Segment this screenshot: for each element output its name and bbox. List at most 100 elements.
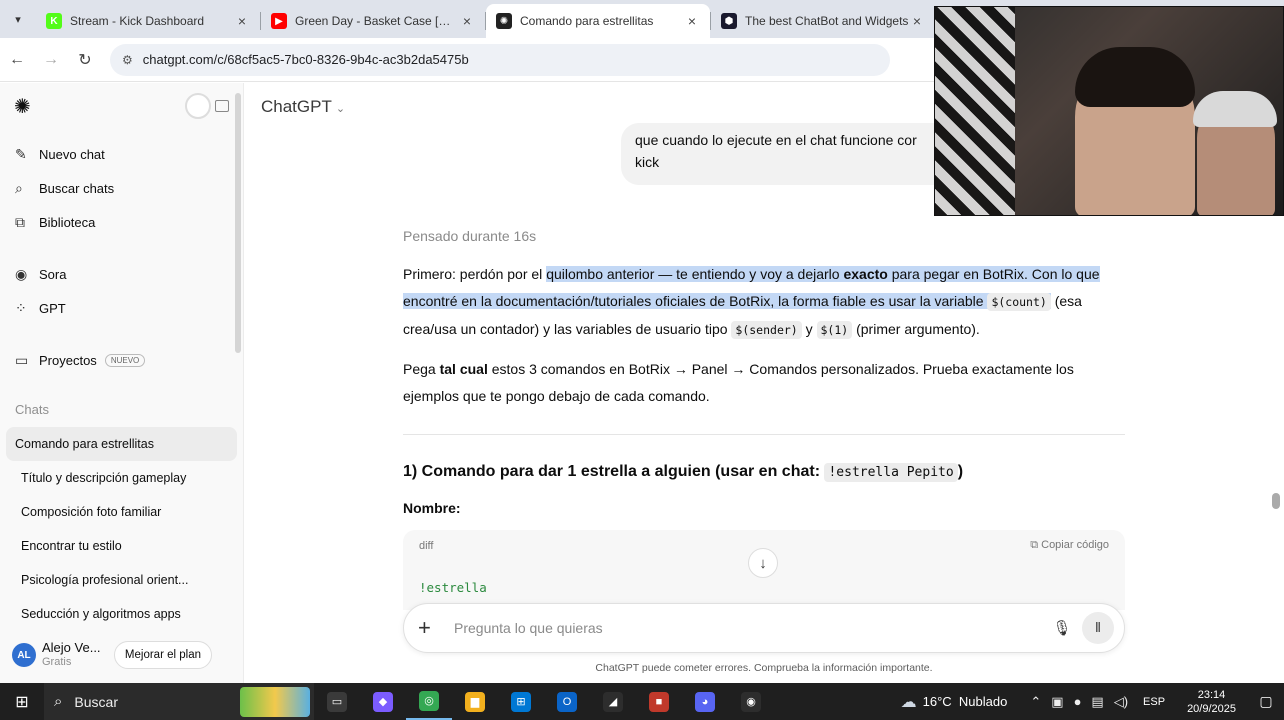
guest-cap [1193, 91, 1277, 127]
sidebar-item-gpt[interactable]: ⁘ GPT [0, 291, 243, 325]
sidebar-toggle-button[interactable] [185, 93, 229, 119]
windows-taskbar: ⊞ ⌕ Buscar ▭ ◆ ◎ ▆ ⊞ O ◢ ■ ◕ ◉ ☁ 16°C Nublado ⌃ ▣… [0, 683, 1284, 720]
chat-history-item[interactable]: Comando para estrellitas [6, 427, 237, 461]
microphone-icon[interactable]: 🎙 [1048, 619, 1076, 637]
close-icon[interactable]: × [909, 13, 925, 29]
sidebar-nav-icon: ⌕ [15, 179, 23, 196]
taskbar-app-store[interactable]: ⊞ [498, 683, 544, 720]
loading-circle-icon [185, 93, 211, 119]
chat-history-item[interactable]: Composición foto familiar [6, 495, 237, 529]
tab-search-chevron-icon[interactable]: ▾ [0, 0, 36, 38]
close-icon[interactable]: × [234, 13, 250, 29]
copy-code-button[interactable]: ⧉ Copiar código [1030, 539, 1109, 552]
section-heading: 1) Comando para dar 1 estrella a alguien… [403, 463, 963, 482]
taskbar-search-label: Buscar [74, 693, 118, 710]
clock[interactable]: 23:14 20/9/2025 [1187, 688, 1236, 716]
browser-tab[interactable]: ✺ Comando para estrellitas × [486, 4, 710, 38]
text-run: y [801, 321, 817, 337]
thought-duration[interactable]: Pensado durante 16s [403, 228, 536, 244]
file-explorer-icon: ▆ [465, 691, 485, 712]
sidebar-item-sora[interactable]: ◉ Sora [0, 257, 243, 291]
scroll-to-bottom-button[interactable]: ↓ [748, 548, 778, 578]
tab-list: K Stream - Kick Dashboard × ▶ Green Day - Ba… [36, 4, 935, 38]
sidebar-item-label: Biblioteca [39, 214, 96, 230]
input-language[interactable]: ESP [1143, 696, 1165, 708]
browser-tab[interactable]: K Stream - Kick Dashboard × [36, 4, 260, 38]
chat-history-item[interactable]: Psicología profesional orient... [6, 563, 237, 597]
chat-history-item[interactable]: Título y descripción gameplay [6, 461, 237, 495]
prompt-input[interactable] [454, 620, 1048, 636]
address-bar[interactable]: ⚙ chatgpt.com/c/68cf5ac5-7bc0-8326-9b4c-… [110, 43, 890, 76]
text-run: estos 3 comandos en BotRix → Panel → Com… [403, 361, 1074, 404]
sidebar-item-label: Buscar chats [39, 180, 115, 196]
taskbar-app-app-10[interactable]: ◉ [728, 683, 774, 720]
volume-icon[interactable]: ◁) [1114, 694, 1128, 710]
chat-history-list: Comando para estrellitas Título y descrip… [0, 427, 243, 631]
taskbar-search[interactable]: ⌕ Buscar [44, 683, 314, 720]
browser-tab[interactable]: ▶ Green Day - Basket Case [Official × [261, 4, 485, 38]
sidebar-item-label: Nuevo chat [39, 146, 105, 162]
app-10-icon: ◉ [741, 691, 761, 712]
search-highlight-image [240, 686, 310, 717]
chat-history-item[interactable]: Encontrar tu estilo [6, 529, 237, 563]
assistant-paragraph-2: Pega tal cual estos 3 comandos en BotRix… [403, 356, 1125, 410]
sidebar-nav-icon: ⧉ [15, 213, 25, 230]
back-arrow-icon[interactable]: ← [0, 51, 34, 69]
model-selector[interactable]: ChatGPT ⌄ [261, 97, 345, 117]
notifications-icon[interactable]: ▢ [1248, 693, 1284, 710]
code-language-label: diff [419, 540, 434, 552]
weather-desc: Nublado [958, 694, 1008, 709]
reload-icon[interactable]: ↻ [68, 50, 102, 70]
taskbar-app-app-8[interactable]: ■ [636, 683, 682, 720]
search-icon: ⌕ [54, 693, 63, 710]
network-icon[interactable]: ▤ [1091, 694, 1103, 710]
tab-title: Stream - Kick Dashboard [70, 14, 205, 28]
site-info-icon[interactable]: ⚙ [122, 53, 133, 67]
tab-favicon-icon: ⬢ [721, 13, 737, 29]
sidebar-item-buscar-chats[interactable]: ⌕ Buscar chats [0, 171, 243, 205]
tab-title: Green Day - Basket Case [Official [295, 14, 459, 28]
chat-history-item[interactable]: Seducción y algoritmos apps [6, 597, 237, 631]
close-icon[interactable]: × [684, 13, 700, 29]
arrow-down-icon: ↓ [759, 554, 767, 572]
sidebar-item-projects[interactable]: ▭ Proyectos NUEVO [0, 343, 243, 377]
sidebar-item-nuevo-chat[interactable]: ✎ Nuevo chat [0, 137, 243, 171]
outlook-icon: O [557, 691, 577, 712]
forward-arrow-icon[interactable]: → [34, 51, 68, 69]
user-name: Alejo Ve... [42, 640, 101, 655]
text-run: (primer argumento). [852, 321, 980, 337]
browser-tab[interactable]: ⬢ The best ChatBot and Widgets × [711, 4, 935, 38]
close-icon[interactable]: × [459, 13, 475, 29]
taskbar-app-app-7[interactable]: ◢ [590, 683, 636, 720]
copy-code-label: Copiar código [1041, 539, 1109, 551]
weather-widget[interactable]: ☁ 16°C Nublado [901, 692, 1008, 712]
mic-tray-icon[interactable]: ● [1074, 694, 1082, 709]
clock-time: 23:14 [1197, 688, 1226, 701]
chevron-down-icon: ⌄ [335, 103, 346, 115]
sticker-wall [935, 7, 1015, 215]
store-icon: ⊞ [511, 691, 531, 712]
folder-icon: ▭ [15, 351, 29, 368]
add-attachment-icon[interactable]: + [418, 615, 442, 641]
copy-icon: ⧉ [1030, 539, 1039, 551]
name-label: Nombre: [403, 500, 461, 516]
url-text: chatgpt.com/c/68cf5ac5-7bc0-8326-9b4c-ac… [142, 52, 469, 67]
taskbar-app-discord[interactable]: ◕ [682, 683, 728, 720]
taskbar-app-copilot[interactable]: ◆ [360, 683, 406, 720]
windows-start-icon[interactable]: ⊞ [0, 692, 44, 712]
upgrade-plan-button[interactable]: Mejorar el plan [113, 641, 212, 669]
inline-code: $(sender) [731, 321, 802, 339]
taskbar-app-file-explorer[interactable]: ▆ [452, 683, 498, 720]
sidebar-scrollbar[interactable] [235, 93, 241, 353]
taskbar-app-task-view[interactable]: ▭ [314, 683, 360, 720]
user-account-row[interactable]: AL Alejo Ve... Gratis Mejorar el plan [0, 633, 244, 677]
sidebar-item-biblioteca[interactable]: ⧉ Biblioteca [0, 205, 243, 239]
tab-favicon-icon: ▶ [271, 13, 287, 29]
chevron-up-icon[interactable]: ⌃ [1030, 694, 1041, 710]
taskbar-app-chrome[interactable]: ◎ [406, 683, 452, 720]
camera-icon[interactable]: ▣ [1051, 694, 1063, 710]
main-scrollbar[interactable] [1272, 493, 1280, 509]
taskbar-app-outlook[interactable]: O [544, 683, 590, 720]
openai-logo-icon[interactable]: ✺ [14, 94, 31, 119]
voice-mode-button[interactable]: ⦀ [1082, 612, 1114, 644]
